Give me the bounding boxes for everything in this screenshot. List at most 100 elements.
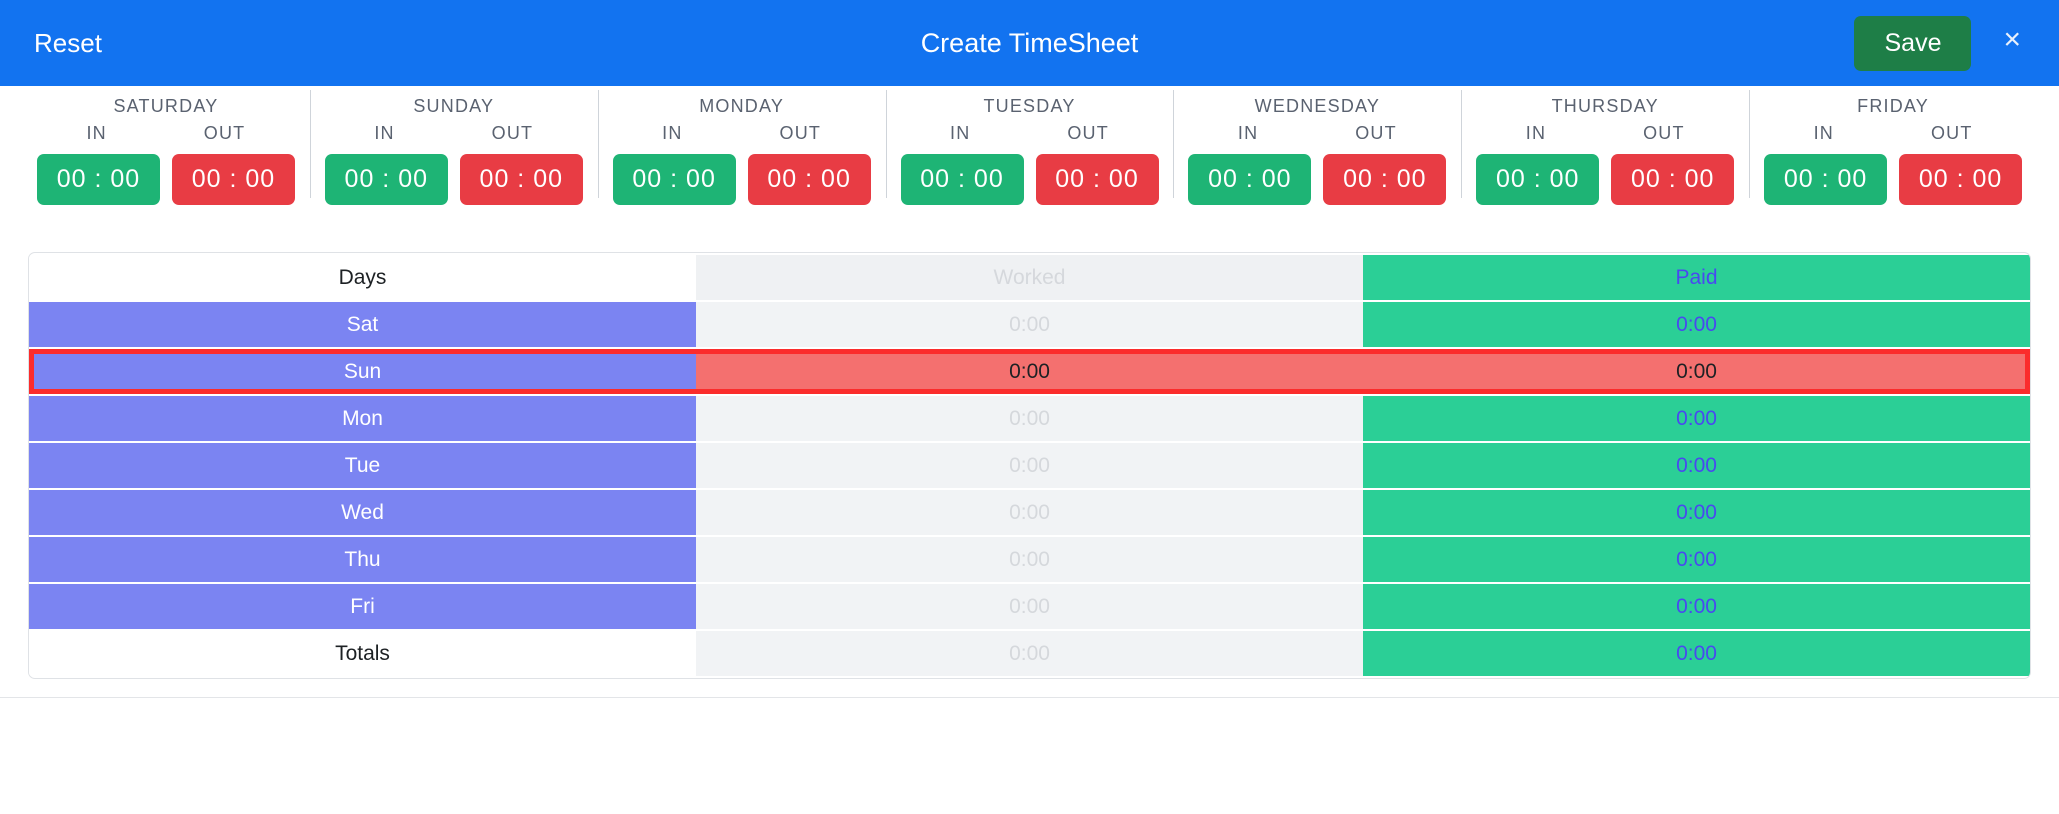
day-column-title: TUESDAY [983, 96, 1076, 116]
row-day-wed[interactable]: Wed [29, 490, 696, 535]
page-title: Create TimeSheet [920, 27, 1139, 58]
day-column-title: WEDNESDAY [1254, 96, 1381, 116]
day-column-friday: FRIDAY IN OUT 00 : 00 00 : 00 [1749, 86, 2037, 205]
time-in-input-saturday[interactable]: 00 : 00 [36, 154, 160, 205]
in-label: IN [86, 123, 107, 143]
row-paid-mon[interactable]: 0:00 [1363, 396, 2030, 441]
in-label: IN [1525, 123, 1547, 143]
table-header-row: Days Worked Paid [29, 255, 2030, 300]
modal-header: Reset Create TimeSheet Save × [0, 0, 2059, 86]
time-out-input-monday[interactable]: 00 : 00 [747, 154, 871, 205]
out-label: OUT [779, 123, 822, 143]
time-out-input-thursday[interactable]: 00 : 00 [1611, 154, 1735, 205]
reset-button[interactable]: Reset [24, 24, 112, 62]
timesheet-table: Days Worked Paid Sat 0:00 0:00 Sun 0:00 0:00 M… [29, 253, 2030, 678]
row-paid-sat[interactable]: 0:00 [1363, 302, 2030, 347]
in-out-labels: IN OUT [1173, 123, 1461, 144]
row-worked-sat[interactable]: 0:00 [696, 302, 1363, 347]
time-inputs: 00 : 00 00 : 00 [22, 154, 310, 205]
time-out-input-tuesday[interactable]: 00 : 00 [1035, 154, 1159, 205]
time-in-input-thursday[interactable]: 00 : 00 [1476, 154, 1600, 205]
table-foot: Totals 0:00 0:00 [29, 631, 2030, 676]
row-worked-tue[interactable]: 0:00 [696, 443, 1363, 488]
row-day-mon[interactable]: Mon [29, 396, 696, 441]
row-paid-wed[interactable]: 0:00 [1363, 490, 2030, 535]
time-in-input-monday[interactable]: 00 : 00 [612, 154, 736, 205]
row-paid-fri[interactable]: 0:00 [1363, 584, 2030, 629]
timesheet-table-card: Days Worked Paid Sat 0:00 0:00 Sun 0:00 0:00 M… [28, 252, 2031, 679]
time-in-input-sunday[interactable]: 00 : 00 [324, 154, 448, 205]
out-label: OUT [203, 123, 246, 143]
row-worked-sun[interactable]: 0:00 [696, 349, 1363, 394]
out-label: OUT [1643, 123, 1685, 143]
row-day-fri[interactable]: Fri [29, 584, 696, 629]
column-header-days: Days [29, 255, 696, 300]
out-label: OUT [1355, 123, 1397, 143]
day-column-saturday: SATURDAY IN OUT 00 : 00 00 : 00 [22, 86, 310, 205]
time-out-input-sunday[interactable]: 00 : 00 [459, 154, 583, 205]
out-label: OUT [1930, 123, 1973, 143]
time-inputs: 00 : 00 00 : 00 [598, 154, 886, 205]
time-inputs: 00 : 00 00 : 00 [1461, 154, 1749, 205]
row-day-tue[interactable]: Tue [29, 443, 696, 488]
in-out-labels: IN OUT [310, 123, 598, 144]
table-row[interactable]: Sat 0:00 0:00 [29, 302, 2030, 347]
table-row[interactable]: Mon 0:00 0:00 [29, 396, 2030, 441]
row-worked-fri[interactable]: 0:00 [696, 584, 1363, 629]
in-label: IN [374, 123, 395, 143]
day-column-thursday: THURSDAY IN OUT 00 : 00 00 : 00 [1461, 86, 1749, 205]
row-paid-tue[interactable]: 0:00 [1363, 443, 2030, 488]
save-button[interactable]: Save [1854, 15, 1972, 71]
row-day-sun[interactable]: Sun [29, 349, 696, 394]
day-column-sunday: SUNDAY IN OUT 00 : 00 00 : 00 [309, 86, 598, 205]
in-out-labels: IN OUT [1461, 123, 1749, 144]
time-out-input-friday[interactable]: 00 : 00 [1899, 154, 2023, 205]
table-row[interactable]: Fri 0:00 0:00 [29, 584, 2030, 629]
day-column-title: MONDAY [699, 96, 785, 116]
row-paid-thu[interactable]: 0:00 [1363, 537, 2030, 582]
day-column-title: SUNDAY [413, 96, 495, 116]
totals-worked: 0:00 [696, 631, 1363, 676]
time-inputs: 00 : 00 00 : 00 [1749, 154, 2037, 205]
table-row[interactable]: Thu 0:00 0:00 [29, 537, 2030, 582]
column-header-worked: Worked [696, 255, 1363, 300]
in-out-labels: IN OUT [22, 123, 310, 144]
table-row[interactable]: Wed 0:00 0:00 [29, 490, 2030, 535]
time-in-input-friday[interactable]: 00 : 00 [1764, 154, 1888, 205]
in-label: IN [1237, 123, 1259, 143]
table-row[interactable]: Tue 0:00 0:00 [29, 443, 2030, 488]
row-day-thu[interactable]: Thu [29, 537, 696, 582]
row-worked-wed[interactable]: 0:00 [696, 490, 1363, 535]
column-header-paid: Paid [1363, 255, 2030, 300]
table-row[interactable]: Sun 0:00 0:00 [29, 349, 2030, 394]
in-label: IN [662, 123, 683, 143]
time-in-input-tuesday[interactable]: 00 : 00 [900, 154, 1024, 205]
in-out-labels: IN OUT [886, 123, 1174, 144]
time-inputs: 00 : 00 00 : 00 [886, 154, 1174, 205]
totals-label: Totals [29, 631, 696, 676]
row-worked-thu[interactable]: 0:00 [696, 537, 1363, 582]
time-in-input-wednesday[interactable]: 00 : 00 [1188, 154, 1312, 205]
in-out-labels: IN OUT [1749, 123, 2037, 144]
day-column-monday: MONDAY IN OUT 00 : 00 00 : 00 [597, 86, 886, 205]
day-column-wednesday: WEDNESDAY IN OUT 00 : 00 00 : 00 [1173, 86, 1461, 205]
totals-row: Totals 0:00 0:00 [29, 631, 2030, 676]
day-column-title: FRIDAY [1857, 96, 1930, 116]
in-label: IN [950, 123, 971, 143]
day-input-strip: SATURDAY IN OUT 00 : 00 00 : 00 SUNDAY IN OUT 00… [0, 86, 2059, 238]
page-bottom-divider [0, 697, 2059, 707]
row-worked-mon[interactable]: 0:00 [696, 396, 1363, 441]
time-out-input-saturday[interactable]: 00 : 00 [171, 154, 295, 205]
row-day-sat[interactable]: Sat [29, 302, 696, 347]
out-label: OUT [491, 123, 534, 143]
time-inputs: 00 : 00 00 : 00 [1173, 154, 1461, 205]
day-column-tuesday: TUESDAY IN OUT 00 : 00 00 : 00 [885, 86, 1174, 205]
day-column-title: SATURDAY [113, 96, 219, 116]
in-label: IN [1813, 123, 1835, 143]
in-out-labels: IN OUT [598, 123, 886, 144]
time-out-input-wednesday[interactable]: 00 : 00 [1323, 154, 1447, 205]
row-paid-sun[interactable]: 0:00 [1363, 349, 2030, 394]
close-icon[interactable]: × [1989, 21, 2035, 65]
out-label: OUT [1067, 123, 1109, 143]
day-column-title: THURSDAY [1551, 96, 1659, 116]
